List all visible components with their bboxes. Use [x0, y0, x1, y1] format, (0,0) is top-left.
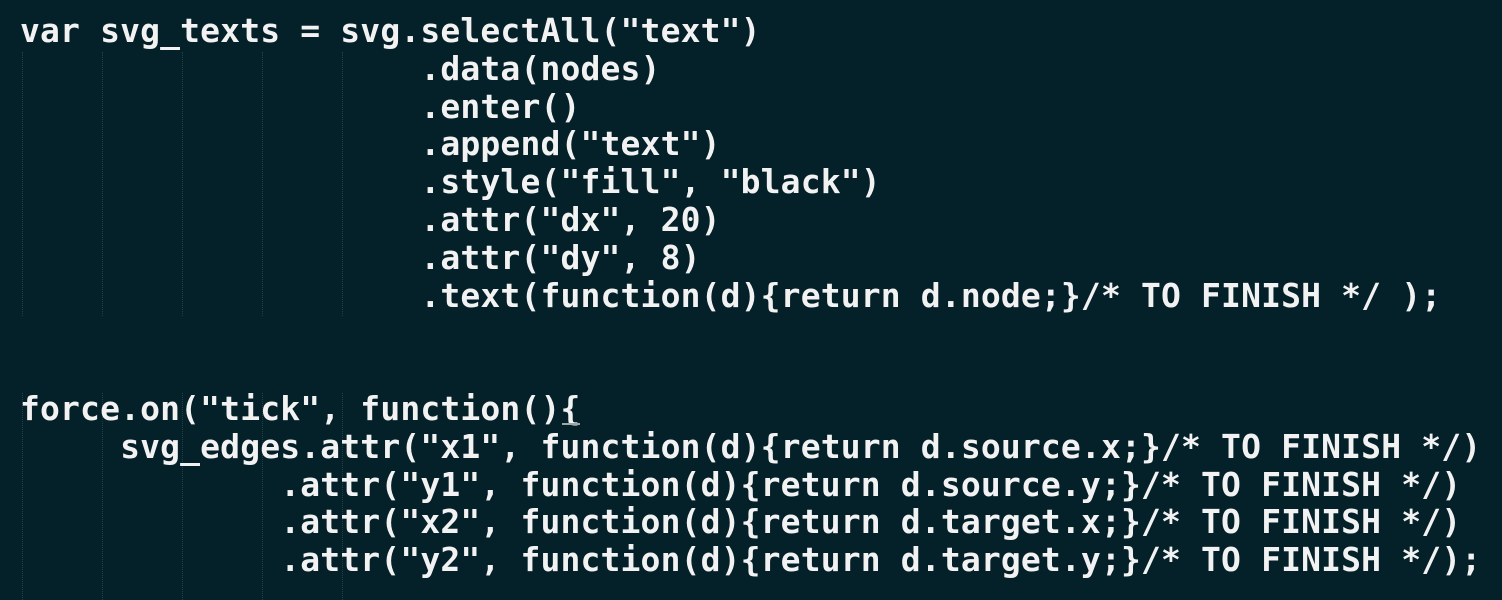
code-line: .attr("x2", function(d){return d.target.… [20, 502, 1462, 542]
code-line: svg_edges.attr("x1", function(d){return … [20, 426, 1482, 466]
code-line: .enter() [20, 86, 581, 126]
code-line: .append("text") [20, 124, 721, 164]
code-editor[interactable]: var svg_texts = svg.selectAll("text") .d… [0, 0, 1502, 600]
code-line: .attr("y2", function(d){return d.target.… [20, 540, 1482, 580]
code-line: var svg_texts = svg.selectAll("text") [20, 11, 761, 50]
code-text[interactable]: var svg_texts = svg.selectAll("text") .d… [20, 12, 1481, 579]
code-line: force.on("tick", function(){ [20, 388, 581, 428]
code-line: .text(function(d){return d.node;}/* TO F… [20, 275, 1442, 315]
code-line: .data(nodes) [20, 48, 661, 88]
code-line: .attr("dx", 20) [20, 199, 721, 239]
code-line: .attr("dy", 8) [20, 237, 701, 277]
code-line: .attr("y1", function(d){return d.source.… [20, 464, 1462, 504]
bracket-match-underline [562, 423, 580, 425]
code-line: .style("fill", "black") [20, 162, 881, 202]
